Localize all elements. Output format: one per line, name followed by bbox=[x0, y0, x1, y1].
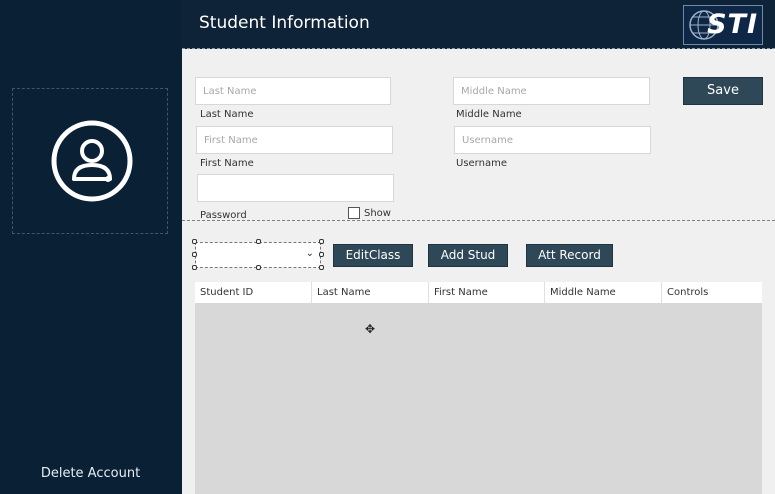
resize-handle[interactable] bbox=[192, 265, 197, 270]
column-header[interactable]: First Name bbox=[429, 282, 545, 303]
last-name-input[interactable]: Last Name bbox=[195, 77, 391, 105]
show-password-checkbox[interactable] bbox=[348, 207, 360, 219]
first-name-input[interactable]: First Name bbox=[196, 126, 393, 154]
resize-handle[interactable] bbox=[256, 265, 261, 270]
page-title: Student Information bbox=[199, 13, 370, 33]
sidebar: Delete Account bbox=[0, 0, 181, 494]
username-label: Username bbox=[456, 158, 507, 169]
resize-handle[interactable] bbox=[319, 239, 324, 244]
resize-handle[interactable] bbox=[192, 252, 197, 257]
main-panel: Last Name Last Name Middle Name Middle N… bbox=[182, 49, 775, 494]
att-record-button[interactable]: Att Record bbox=[526, 244, 613, 267]
resize-handle[interactable] bbox=[256, 239, 261, 244]
column-header[interactable]: Last Name bbox=[312, 282, 429, 303]
save-button[interactable]: Save bbox=[683, 77, 763, 105]
middle-name-input[interactable]: Middle Name bbox=[453, 77, 650, 105]
column-header[interactable]: Student ID bbox=[195, 282, 312, 303]
column-header[interactable]: Controls bbox=[662, 282, 762, 303]
edit-class-button[interactable]: EditClass bbox=[333, 244, 413, 267]
username-input[interactable]: Username bbox=[454, 126, 651, 154]
student-grid[interactable]: Student ID Last Name First Name Middle N… bbox=[195, 282, 762, 494]
user-circle-icon bbox=[51, 120, 133, 202]
class-select-field bbox=[198, 245, 318, 265]
resize-handle[interactable] bbox=[319, 252, 324, 257]
chevron-down-icon[interactable]: ⌄ bbox=[306, 248, 314, 259]
resize-handle[interactable] bbox=[319, 265, 324, 270]
password-input[interactable] bbox=[197, 174, 394, 202]
show-label: Show bbox=[364, 207, 391, 219]
logo-text: STI bbox=[707, 9, 758, 40]
sti-logo: STI bbox=[683, 5, 763, 45]
section-divider bbox=[182, 220, 775, 221]
avatar-frame bbox=[12, 88, 168, 234]
header: Student Information STI bbox=[182, 0, 775, 49]
first-name-label: First Name bbox=[200, 158, 254, 169]
show-password-toggle[interactable]: Show bbox=[348, 207, 391, 219]
add-stud-button[interactable]: Add Stud bbox=[428, 244, 508, 267]
resize-handle[interactable] bbox=[192, 239, 197, 244]
column-header[interactable]: Middle Name bbox=[545, 282, 662, 303]
middle-name-label: Middle Name bbox=[456, 109, 522, 120]
move-cursor-icon: ✥ bbox=[365, 322, 376, 336]
delete-account-link[interactable]: Delete Account bbox=[0, 466, 181, 481]
last-name-label: Last Name bbox=[200, 109, 254, 120]
grid-header: Student ID Last Name First Name Middle N… bbox=[195, 282, 762, 303]
